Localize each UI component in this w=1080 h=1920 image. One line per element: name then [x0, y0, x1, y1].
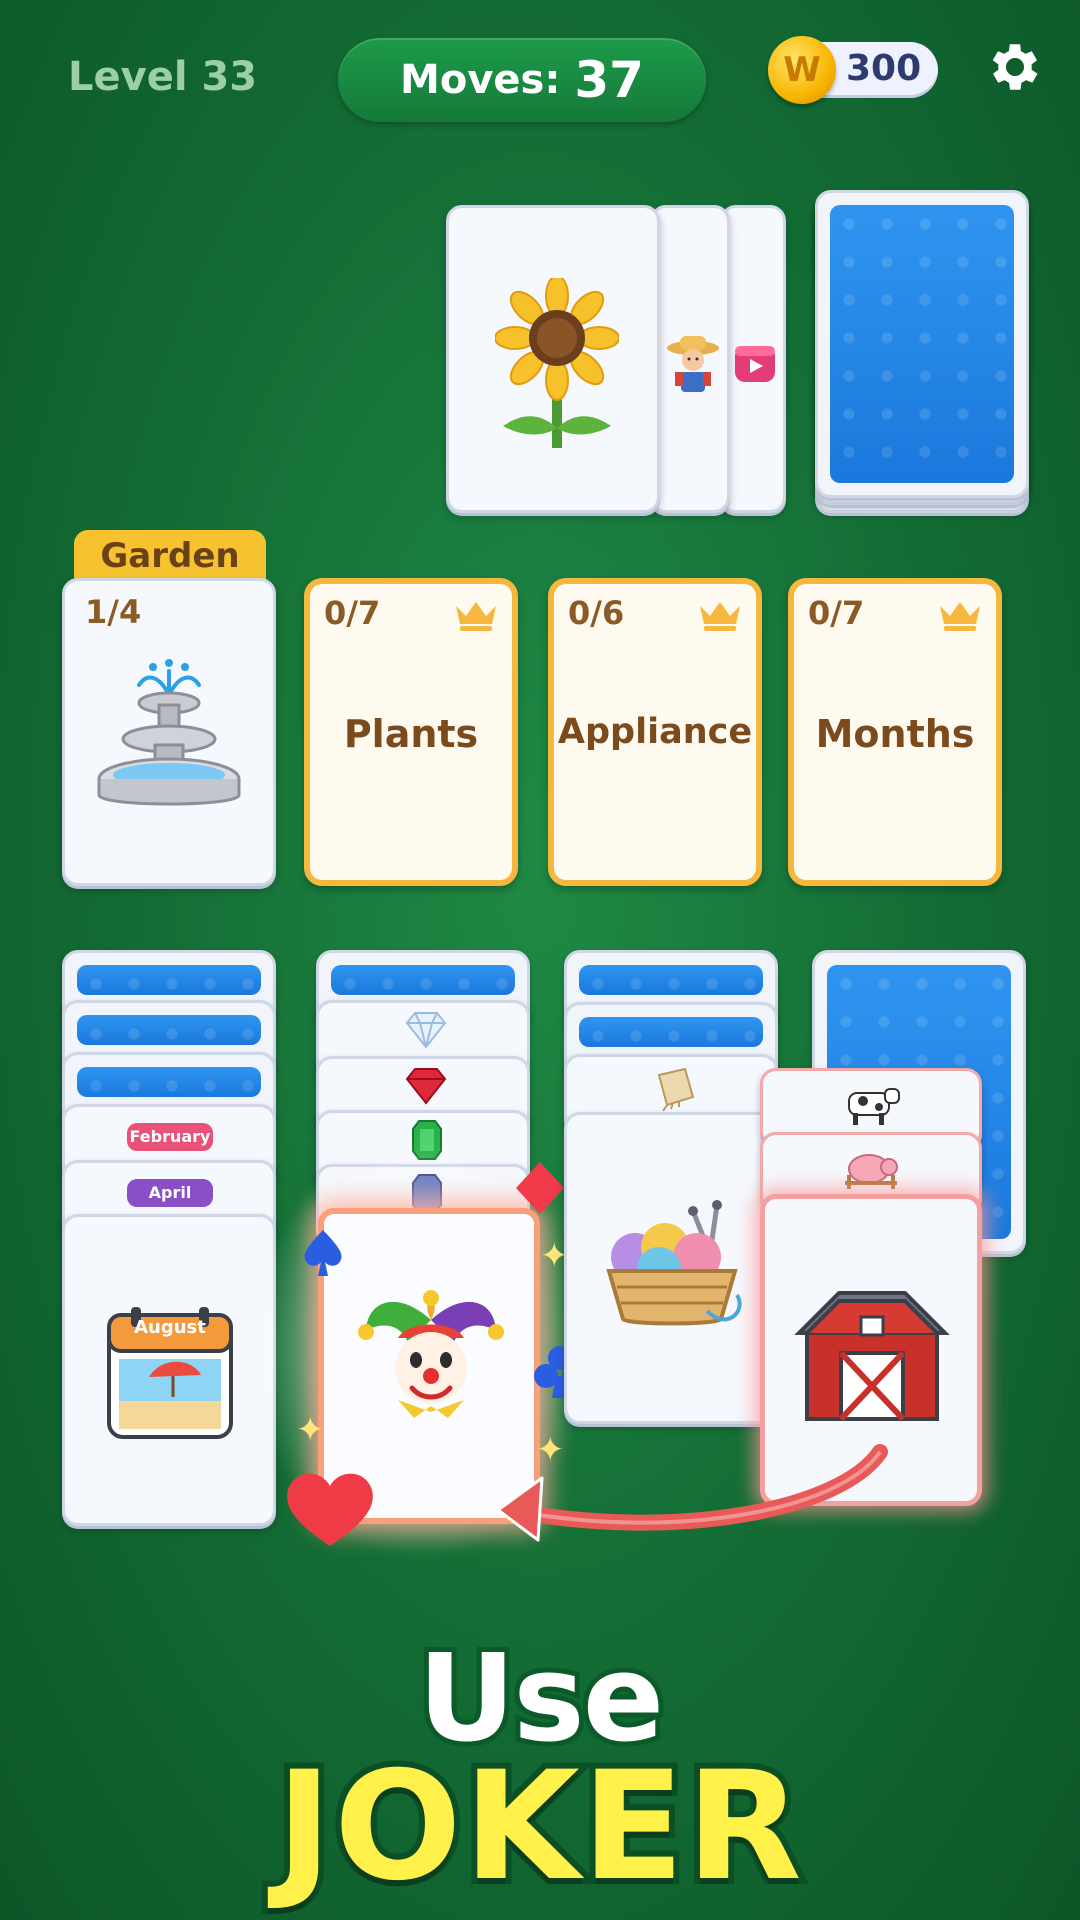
category-count: 0/7	[324, 594, 381, 632]
august-label: August	[134, 1317, 206, 1338]
promo-line-2: JOKER	[270, 1734, 808, 1920]
farmer-icon	[667, 336, 719, 392]
crown-icon	[700, 602, 740, 631]
level-label: Level 33	[68, 54, 258, 100]
category-plants[interactable]: 0/7 Plants	[304, 578, 518, 886]
moves-value: 37	[574, 51, 644, 109]
ruby-icon	[405, 1068, 447, 1105]
category-name: Appliance	[557, 712, 753, 752]
coin-icon: W	[768, 36, 836, 104]
sunflower-icon	[495, 278, 619, 448]
coin-icon-letter: W	[783, 50, 821, 90]
garden-count: 1/4	[85, 593, 142, 631]
moves-counter: Moves: 37	[338, 38, 706, 122]
february-label: February	[127, 1123, 213, 1151]
heart-suit-icon	[287, 1473, 373, 1546]
category-count: 0/6	[568, 594, 625, 632]
joker-icon	[358, 1290, 504, 1418]
diamond-icon	[405, 1012, 447, 1049]
category-appliance[interactable]: 0/6 Appliance	[548, 578, 762, 886]
fountain-icon	[97, 659, 241, 806]
coin-value: 300	[846, 48, 922, 89]
gear-icon[interactable]	[984, 36, 1046, 98]
category-name: Plants	[343, 712, 479, 756]
category-months[interactable]: 0/7 Months	[788, 578, 1002, 886]
august-card[interactable]: August	[62, 1214, 276, 1526]
yarn-basket-icon	[606, 1200, 742, 1326]
waste-card	[650, 205, 730, 513]
cow-icon	[848, 1088, 900, 1125]
video-icon	[735, 346, 775, 382]
pig-icon	[845, 1154, 898, 1189]
waste-top-card[interactable]	[446, 205, 660, 513]
garden-foundation[interactable]: 1/4	[62, 578, 276, 886]
category-name: Months	[815, 712, 975, 756]
category-count: 0/7	[808, 594, 865, 632]
crown-icon	[940, 602, 980, 631]
barn-icon	[794, 1291, 950, 1422]
move-arrow-icon	[496, 1444, 888, 1542]
stock-pile[interactable]	[815, 190, 1029, 498]
april-label: April	[127, 1179, 213, 1207]
fabric-roll-icon	[657, 1067, 695, 1111]
moves-label: Moves:	[400, 57, 561, 103]
crown-icon	[456, 602, 496, 631]
spade-suit-icon	[304, 1230, 342, 1276]
yarn-card[interactable]	[564, 1112, 778, 1424]
diamond-suit-icon	[516, 1162, 564, 1214]
sparkle-icon: ✦	[296, 1410, 325, 1450]
